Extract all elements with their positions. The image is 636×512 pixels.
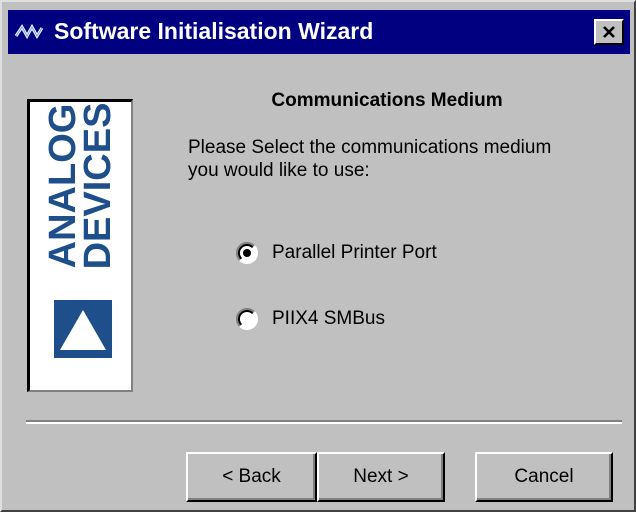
triangle-icon [60,310,106,350]
analog-devices-logo: ANALOG DEVICES [27,99,133,392]
logo-line-analog: ANALOG [41,103,84,269]
radio-button-selected[interactable] [236,242,258,264]
logo-mark [54,300,112,358]
logo-line-devices: DEVICES [76,102,119,270]
separator [26,420,622,424]
close-button[interactable] [594,19,624,45]
logo-text: ANALOG DEVICES [41,102,119,270]
window-title: Software Initialisation Wizard [54,18,374,44]
instruction-text: Please Select the communications medium … [188,136,618,182]
option-label: PIIX4 SMBus [272,308,385,329]
wave-icon [14,23,44,40]
radio-button[interactable] [236,308,258,330]
next-button[interactable]: Next > [317,452,445,502]
cancel-button[interactable]: Cancel [475,452,613,502]
option-parallel-printer-port[interactable]: Parallel Printer Port [236,242,437,264]
option-label: Parallel Printer Port [272,242,437,263]
section-heading: Communications Medium [271,90,503,111]
instruction-line-1: Please Select the communications medium [188,137,552,158]
instruction-line-2: you would like to use: [188,160,370,181]
title-bar[interactable]: Software Initialisation Wizard [8,10,630,54]
wizard-window: Software Initialisation Wizard ANALOG DE… [0,0,636,512]
back-button[interactable]: < Back [186,452,317,502]
option-piix4-smbus[interactable]: PIIX4 SMBus [236,308,385,330]
close-icon [603,26,615,38]
